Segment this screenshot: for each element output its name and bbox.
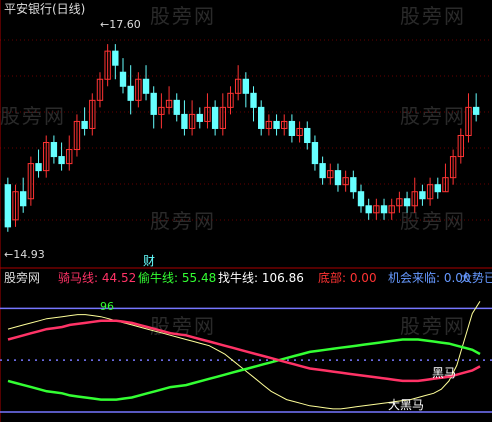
candle-body (319, 163, 326, 179)
legend-item: 骑马线: 44.52 (58, 271, 137, 285)
legend-item: 找牛线: 106.86 (218, 271, 304, 285)
candle-body (434, 184, 441, 193)
candle-body (142, 78, 150, 94)
candle-body (81, 120, 88, 129)
candle-body (273, 120, 280, 129)
candle-body (250, 92, 257, 108)
candle-body (119, 71, 127, 87)
candle-body (258, 106, 265, 129)
candle-body (112, 50, 119, 66)
candle-body (181, 113, 188, 129)
high-price-value: 17.60 (109, 18, 141, 31)
candle-body (4, 184, 12, 228)
candle-body (50, 142, 58, 158)
candle-body (403, 198, 411, 207)
candle-body (365, 205, 372, 214)
candle-body (242, 78, 250, 94)
candle-body (35, 163, 42, 172)
steal-bull-line (7, 338, 481, 401)
find-bull-line (7, 301, 481, 410)
candle-body (419, 191, 426, 200)
legend-item: 偷牛线: 55.48 (138, 271, 217, 285)
candle-body (211, 106, 219, 129)
candle-body (350, 177, 357, 193)
candle-body (58, 156, 65, 165)
candle-body (380, 205, 388, 214)
legend-item: 大势已 (460, 271, 492, 285)
candle-body (196, 113, 203, 122)
candle-body (472, 106, 480, 115)
low-price-value: 14.93 (13, 248, 45, 261)
legend-item: 机会来临: 0.00 (388, 271, 471, 285)
finance-marker[interactable]: 财 (143, 254, 155, 268)
candle-body (150, 92, 157, 115)
low-price-label: ←14.93 (4, 248, 45, 261)
candle-body (311, 142, 319, 165)
candle-body (127, 85, 134, 101)
candle-body (20, 191, 27, 207)
candle-body (334, 170, 342, 186)
legend-item: 底部: 0.00 (318, 271, 377, 285)
candle-body (304, 127, 311, 144)
high-price-label: ←17.60 (100, 18, 141, 31)
chart-title: 平安银行(日线) (4, 2, 86, 16)
cross-marker: 96 (100, 300, 114, 313)
riding-horse-line (7, 319, 481, 383)
big-black-horse-label: 大黑马 (388, 398, 425, 412)
candle-body (288, 120, 296, 136)
chart-canvas (0, 0, 492, 422)
indicator-name[interactable]: 股旁网 (4, 271, 40, 285)
candle-body (357, 191, 365, 207)
black-horse-label: 黑马 (432, 366, 457, 380)
candle-body (173, 99, 180, 115)
